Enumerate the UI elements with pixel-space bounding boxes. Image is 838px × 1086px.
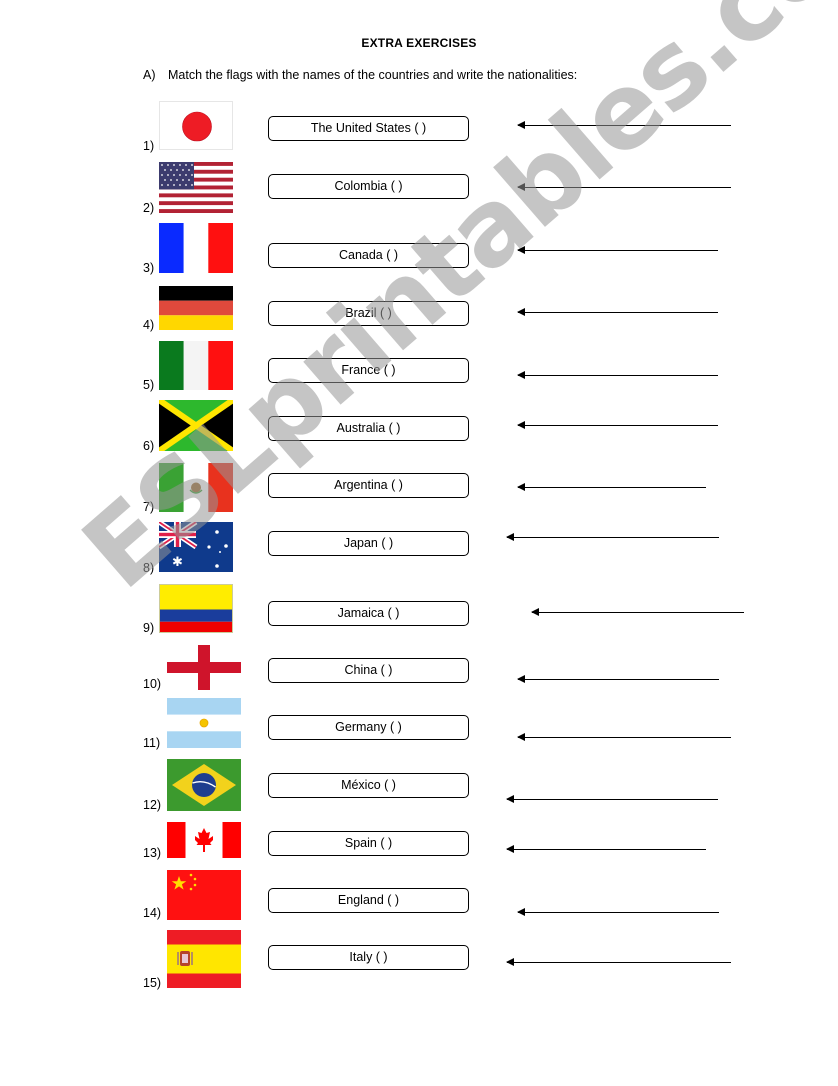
answer-line-arrow (517, 675, 719, 683)
country-box[interactable]: China ( ) (268, 658, 469, 683)
worksheet-title: EXTRA EXERCISES (361, 36, 477, 50)
svg-text:✱: ✱ (172, 555, 183, 570)
france-flag (159, 223, 233, 273)
row-number: 1) (143, 139, 155, 153)
row-number: 13) (143, 846, 162, 860)
row-number: 2) (143, 201, 155, 215)
england-flag (167, 645, 241, 690)
country-box[interactable]: Jamaica ( ) (268, 601, 469, 626)
country-box[interactable]: The United States ( ) (268, 116, 469, 141)
row-number: 9) (143, 621, 155, 635)
country-box[interactable]: England ( ) (268, 888, 469, 913)
brazil-flag (167, 759, 241, 811)
answer-line-arrow (517, 908, 719, 916)
germany-flag (159, 286, 233, 330)
answer-line-arrow (506, 533, 719, 541)
country-box[interactable]: Argentina ( ) (268, 473, 469, 498)
country-box[interactable]: Spain ( ) (268, 831, 469, 856)
answer-line-arrow (517, 121, 731, 129)
row-number: 14) (143, 906, 162, 920)
china-flag (167, 870, 241, 920)
answer-line-arrow (506, 795, 718, 803)
row-number: 6) (143, 439, 155, 453)
row-number: 3) (143, 261, 155, 275)
row-number: 15) (143, 976, 162, 990)
spain-flag (167, 930, 241, 988)
australia-flag: ✱ (159, 522, 233, 572)
united-states-flag (159, 162, 233, 213)
japan-flag (159, 101, 233, 150)
country-box[interactable]: Canada ( ) (268, 243, 469, 268)
jamaica-flag (159, 400, 233, 451)
colombia-flag (159, 584, 233, 633)
country-box[interactable]: France ( ) (268, 358, 469, 383)
row-number: 10) (143, 677, 162, 691)
row-number: 4) (143, 318, 155, 332)
mexico-flag (159, 463, 233, 512)
answer-line-arrow (517, 183, 731, 191)
row-number: 11) (143, 736, 161, 750)
argentina-flag (167, 698, 241, 748)
canada-flag (167, 822, 241, 858)
country-box[interactable]: Brazil ( ) (268, 301, 469, 326)
country-box[interactable]: Australia ( ) (268, 416, 469, 441)
row-number: 12) (143, 798, 162, 812)
answer-line-arrow (517, 246, 718, 254)
answer-line-arrow (517, 421, 718, 429)
row-number: 7) (143, 500, 155, 514)
italy-flag (159, 341, 233, 390)
answer-line-arrow (506, 958, 731, 966)
country-box[interactable]: Japan ( ) (268, 531, 469, 556)
country-box[interactable]: Germany ( ) (268, 715, 469, 740)
instruction-text: Match the flags with the names of the co… (168, 68, 578, 82)
country-box[interactable]: México ( ) (268, 773, 469, 798)
answer-line-arrow (517, 733, 731, 741)
answer-line-arrow (531, 608, 744, 616)
row-number: 8) (143, 561, 155, 575)
country-box[interactable]: Italy ( ) (268, 945, 469, 970)
answer-line-arrow (506, 845, 706, 853)
answer-line-arrow (517, 483, 706, 491)
row-number: 5) (143, 378, 155, 392)
instruction: A) Match the flags with the names of the … (143, 68, 577, 82)
section-label: A) (143, 68, 156, 82)
country-box[interactable]: Colombia ( ) (268, 174, 469, 199)
answer-line-arrow (517, 308, 718, 316)
answer-line-arrow (517, 371, 718, 379)
